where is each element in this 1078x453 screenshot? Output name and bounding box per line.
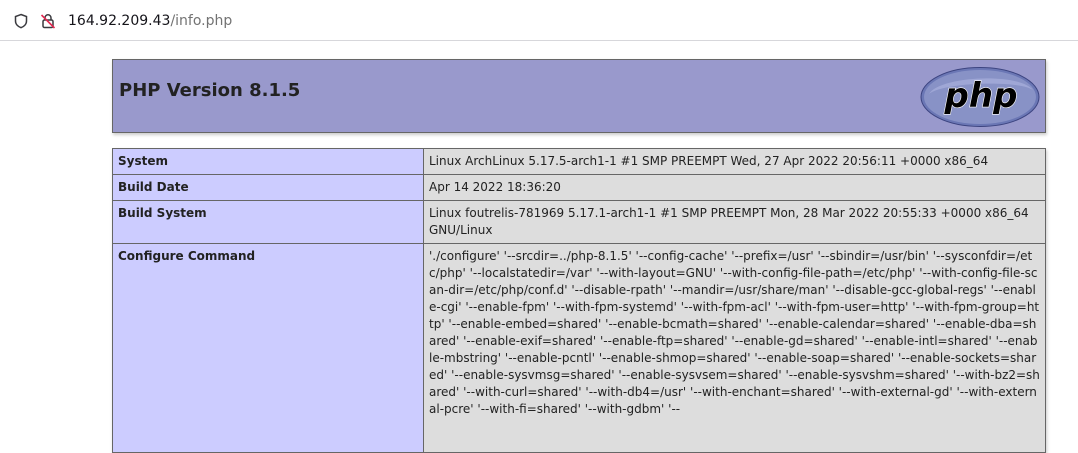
row-value: './conﬁgure' '--srcdir=../php-8.1.5' '--… <box>423 243 1046 453</box>
row-value: Linux foutrelis-781969 5.17.1-arch1-1 #1… <box>423 200 1046 244</box>
php-logo-text: php <box>944 76 1018 116</box>
url-text[interactable]: 164.92.209.43/info.php <box>68 12 232 30</box>
php-version-header: PHP Version 8.1.5 php <box>112 59 1046 133</box>
url-path: /info.php <box>170 13 233 29</box>
table-row: Build Date Apr 14 2022 18:36:20 <box>112 174 1046 201</box>
shield-icon[interactable] <box>13 13 29 29</box>
row-key: Conﬁgure Command <box>112 243 424 453</box>
table-row: Conﬁgure Command './conﬁgure' '--srcdir=… <box>112 243 1046 453</box>
table-row: System Linux ArchLinux 5.17.5-arch1-1 #1… <box>112 148 1046 175</box>
insecure-lock-icon[interactable] <box>40 13 56 29</box>
row-key: Build System <box>112 200 424 244</box>
row-key: System <box>112 148 424 175</box>
row-key: Build Date <box>112 174 424 201</box>
browser-url-bar[interactable]: 164.92.209.43/info.php <box>0 0 1078 41</box>
php-logo[interactable]: php <box>919 66 1041 128</box>
page-title: PHP Version 8.1.5 <box>119 80 301 101</box>
table-row: Build System Linux foutrelis-781969 5.17… <box>112 200 1046 244</box>
url-host: 164.92.209.43 <box>68 13 171 29</box>
row-value: Apr 14 2022 18:36:20 <box>423 174 1046 201</box>
info-table: System Linux ArchLinux 5.17.5-arch1-1 #1… <box>112 148 1046 453</box>
row-value: Linux ArchLinux 5.17.5-arch1-1 #1 SMP PR… <box>423 148 1046 175</box>
